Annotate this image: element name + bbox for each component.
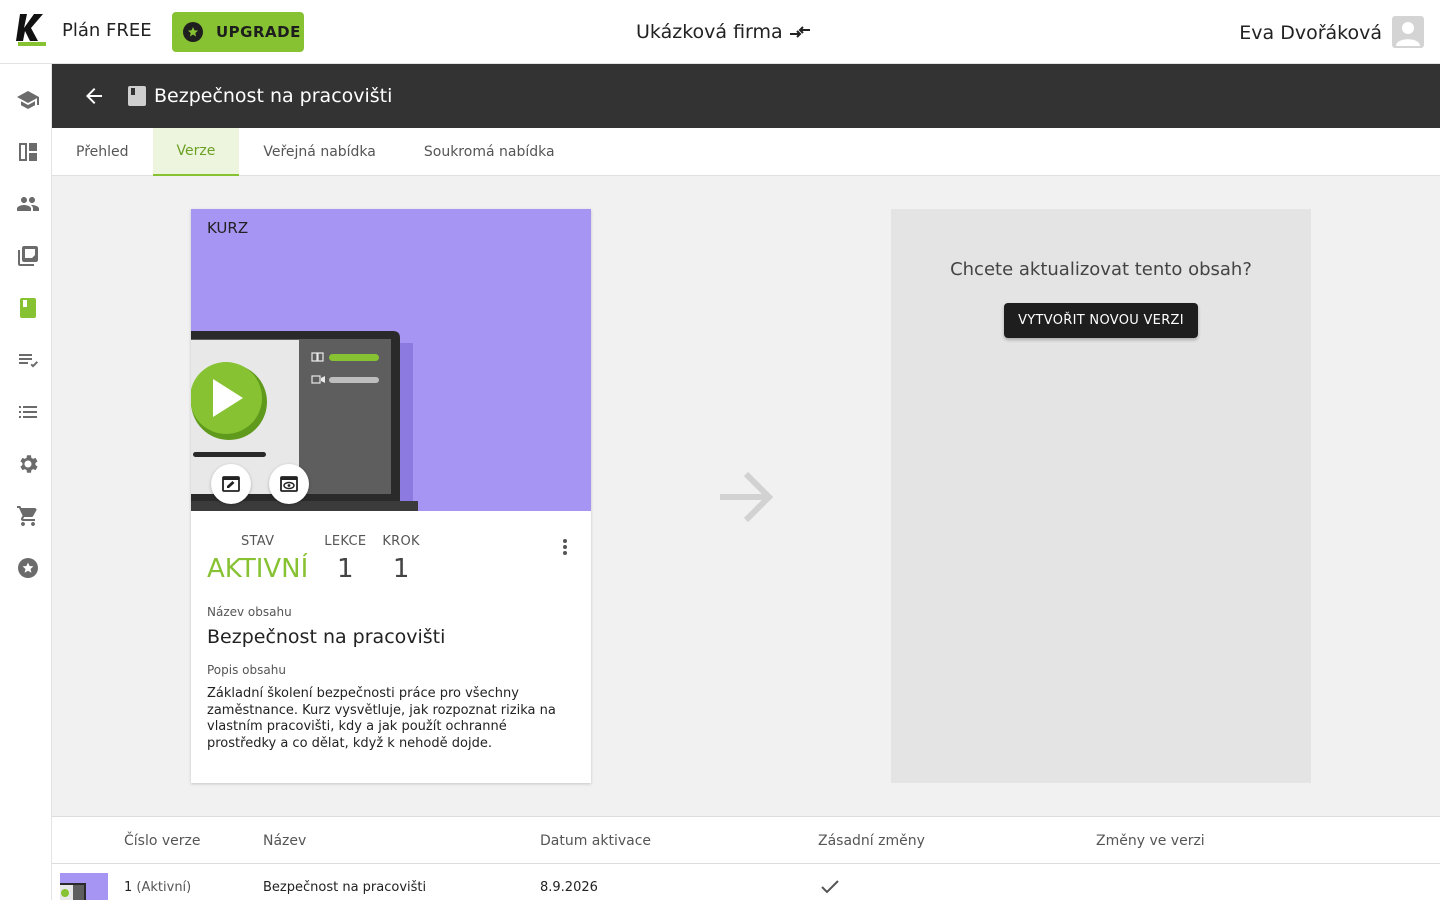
content-name-label: Název obsahu — [207, 605, 292, 619]
status-badge: AKTIVNÍ — [207, 554, 309, 584]
company-switcher[interactable]: Ukázková firma — [636, 21, 811, 43]
lessons-label: LEKCE — [324, 534, 367, 549]
new-version-panel: Chcete aktualizovat tento obsah? VYTVOŘI… — [891, 209, 1311, 783]
avatar[interactable] — [1392, 16, 1424, 48]
create-new-version-button[interactable]: VYTVOŘIT NOVOU VERZI — [1004, 303, 1198, 338]
book-icon[interactable] — [16, 296, 40, 320]
people-icon[interactable] — [16, 192, 40, 216]
upgrade-label: UPGRADE — [216, 23, 301, 41]
sidebar — [0, 64, 52, 900]
check-icon — [821, 880, 839, 894]
content-stats: STAV AKTIVNÍ LEKCE 1 KROK 1 — [207, 534, 436, 584]
content-name: Bezpečnost na pracovišti — [207, 626, 446, 648]
lessons-count: 1 — [337, 554, 354, 584]
column-header-version-changes[interactable]: Změny ve verzi — [1096, 833, 1205, 849]
course-card: KURZ STAV AKTIVNÍ LEKCE 1 KROK 1 Název o… — [191, 209, 591, 783]
upgrade-button[interactable]: UPGRADE — [172, 12, 304, 52]
tab-public-offer[interactable]: Veřejná nabídka — [239, 128, 400, 176]
versions-table: Číslo verze Název Datum aktivace Zásadní… — [52, 816, 1440, 900]
column-header-activation-date[interactable]: Datum aktivace — [540, 833, 651, 849]
cart-icon[interactable] — [16, 504, 40, 528]
user-icon — [1396, 22, 1420, 46]
version-number-value: 1 — [124, 880, 133, 895]
preview-content-button[interactable] — [269, 464, 309, 504]
edit-content-button[interactable] — [211, 464, 251, 504]
content-description-label: Popis obsahu — [207, 663, 286, 677]
status-stat: STAV AKTIVNÍ — [207, 534, 308, 584]
status-label: STAV — [240, 534, 275, 549]
steps-label: KROK — [382, 534, 420, 549]
column-header-name[interactable]: Název — [263, 833, 306, 849]
company-name: Ukázková firma — [636, 21, 783, 43]
graduation-cap-icon[interactable] — [16, 88, 40, 112]
table-divider — [52, 863, 1440, 864]
star-badge-icon[interactable] — [16, 556, 40, 580]
steps-count: 1 — [392, 554, 410, 584]
column-header-version-number[interactable]: Číslo verze — [124, 833, 200, 849]
book-icon — [128, 86, 146, 106]
library-icon[interactable] — [16, 244, 40, 268]
version-thumbnail — [60, 873, 108, 900]
tab-bar: Přehled Verze Veřejná nabídka Soukromá n… — [52, 128, 1440, 176]
settings-icon[interactable] — [16, 452, 40, 476]
user-name[interactable]: Eva Dvořáková — [1239, 22, 1382, 44]
version-status: (Aktivní) — [136, 880, 192, 895]
top-bar: Plán FREE UPGRADE Ukázková firma Eva Dvo… — [0, 0, 1440, 64]
list-icon[interactable] — [16, 400, 40, 424]
lessons-stat: LEKCE 1 — [324, 534, 366, 584]
arrow-right-icon — [720, 471, 774, 523]
course-illustration: KURZ — [191, 209, 591, 511]
dashboard-icon[interactable] — [16, 140, 40, 164]
steps-stat: KROK 1 — [382, 534, 420, 584]
edit-icon — [222, 476, 240, 492]
update-question: Chcete aktualizovat tento obsah? — [950, 259, 1252, 280]
version-name: Bezpečnost na pracovišti — [263, 880, 427, 895]
laptop-illustration — [191, 331, 418, 511]
tab-versions[interactable]: Verze — [152, 128, 240, 176]
tab-overview[interactable]: Přehled — [52, 128, 153, 176]
star-icon — [183, 22, 203, 42]
more-vert-icon[interactable] — [557, 537, 573, 557]
activation-date: 8.9.2026 — [540, 880, 598, 895]
plan-label: Plán FREE — [62, 20, 152, 41]
back-arrow-icon[interactable] — [82, 84, 106, 108]
preview-icon — [280, 476, 298, 492]
playlist-check-icon[interactable] — [16, 348, 40, 372]
column-header-major-changes[interactable]: Zásadní změny — [818, 833, 925, 849]
content-description: Základní školení bezpečnosti práce pro v… — [207, 686, 556, 751]
tab-private-offer[interactable]: Soukromá nabídka — [400, 128, 579, 176]
swap-icon — [789, 26, 810, 38]
logo[interactable] — [16, 12, 48, 46]
page-title: Bezpečnost na pracovišti — [154, 85, 393, 107]
version-number: 1 (Aktivní) — [124, 880, 191, 895]
page-header: Bezpečnost na pracovišti — [52, 64, 1440, 128]
